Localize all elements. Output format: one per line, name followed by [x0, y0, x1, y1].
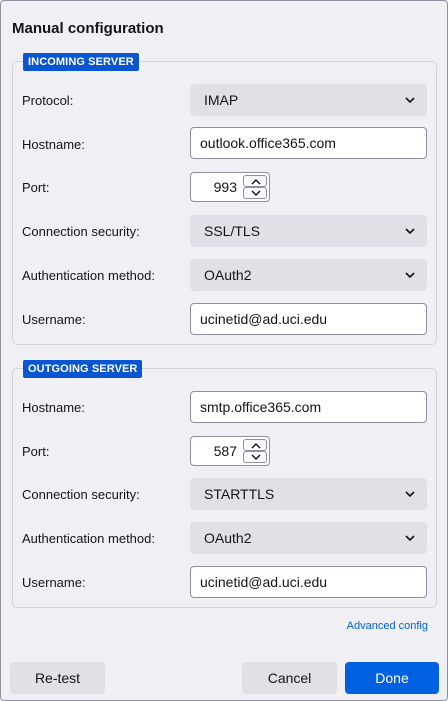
incoming-port-value: 993 — [213, 179, 237, 195]
incoming-port-label: Port: — [22, 180, 50, 195]
outgoing-port-increment-button[interactable] — [243, 439, 267, 451]
incoming-username-label: Username: — [22, 312, 86, 327]
outgoing-port-stepper[interactable]: 587 — [190, 436, 270, 466]
retest-button[interactable]: Re-test — [10, 662, 105, 694]
outgoing-auth-label: Authentication method: — [22, 531, 155, 546]
done-button[interactable]: Done — [345, 662, 439, 694]
incoming-security-value: SSL/TLS — [204, 223, 261, 239]
manual-config-panel: Manual configuration INCOMING SERVER Pro… — [0, 0, 448, 701]
incoming-protocol-value: IMAP — [204, 92, 239, 108]
outgoing-server-legend: OUTGOING SERVER — [23, 360, 143, 378]
incoming-security-label: Connection security: — [22, 224, 140, 239]
incoming-port-increment-button[interactable] — [243, 175, 267, 187]
chevron-down-icon — [251, 454, 261, 460]
cancel-button[interactable]: Cancel — [242, 662, 337, 694]
chevron-up-icon — [251, 179, 261, 185]
incoming-security-select[interactable]: SSL/TLS — [190, 215, 427, 247]
advanced-config-link[interactable]: Advanced config — [347, 620, 428, 632]
incoming-auth-select[interactable]: OAuth2 — [190, 259, 427, 291]
chevron-down-icon — [405, 228, 415, 235]
incoming-username-field[interactable]: ucinetid@ad.uci.edu — [190, 303, 427, 335]
incoming-hostname-label: Hostname: — [22, 137, 85, 152]
chevron-down-icon — [405, 272, 415, 279]
outgoing-security-value: STARTTLS — [204, 486, 275, 502]
outgoing-security-label: Connection security: — [22, 487, 140, 502]
chevron-down-icon — [405, 535, 415, 542]
incoming-port-stepper[interactable]: 993 — [190, 172, 270, 202]
chevron-down-icon — [251, 190, 261, 196]
incoming-hostname-value: outlook.office365.com — [200, 135, 336, 151]
outgoing-port-decrement-button[interactable] — [243, 451, 267, 463]
outgoing-auth-select[interactable]: OAuth2 — [190, 522, 427, 554]
chevron-down-icon — [405, 491, 415, 498]
outgoing-username-label: Username: — [22, 575, 86, 590]
outgoing-auth-value: OAuth2 — [204, 530, 252, 546]
outgoing-hostname-field[interactable]: smtp.office365.com — [190, 391, 427, 423]
incoming-auth-value: OAuth2 — [204, 267, 252, 283]
chevron-up-icon — [251, 443, 261, 449]
outgoing-security-select[interactable]: STARTTLS — [190, 478, 427, 510]
outgoing-port-label: Port: — [22, 444, 50, 459]
incoming-protocol-select[interactable]: IMAP — [190, 84, 427, 116]
outgoing-server-group: OUTGOING SERVER Hostname: smtp.office365… — [12, 360, 437, 608]
incoming-server-group: INCOMING SERVER Protocol: IMAP Hostname:… — [12, 53, 437, 345]
outgoing-hostname-value: smtp.office365.com — [200, 399, 322, 415]
outgoing-username-field[interactable]: ucinetid@ad.uci.edu — [190, 566, 427, 598]
incoming-protocol-label: Protocol: — [22, 93, 74, 108]
incoming-auth-label: Authentication method: — [22, 268, 155, 283]
incoming-hostname-field[interactable]: outlook.office365.com — [190, 127, 427, 159]
incoming-server-legend: INCOMING SERVER — [23, 53, 139, 71]
outgoing-port-value: 587 — [213, 443, 237, 459]
panel-title: Manual configuration — [12, 20, 164, 37]
incoming-port-decrement-button[interactable] — [243, 187, 267, 199]
incoming-username-value: ucinetid@ad.uci.edu — [200, 311, 328, 327]
outgoing-username-value: ucinetid@ad.uci.edu — [200, 574, 328, 590]
outgoing-hostname-label: Hostname: — [22, 400, 85, 415]
chevron-down-icon — [405, 97, 415, 104]
